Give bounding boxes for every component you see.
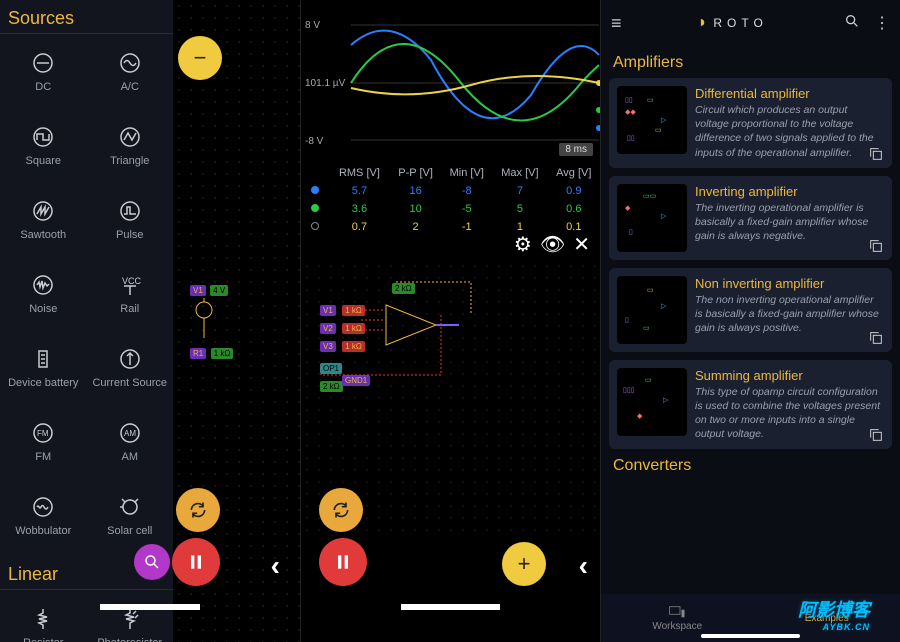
- search-fab[interactable]: [134, 544, 170, 580]
- pause-icon: [333, 552, 353, 572]
- copy-icon[interactable]: [868, 146, 884, 162]
- magnifier-icon: [143, 553, 161, 571]
- topbar: ≡ ◗ ROTO ⋮: [601, 0, 900, 46]
- more-icon[interactable]: ⋮: [874, 13, 890, 34]
- comp-noise[interactable]: Noise: [0, 256, 87, 330]
- section-sources-title: Sources: [0, 0, 173, 34]
- card-thumb: ▭▷ ▯▭: [617, 276, 687, 344]
- category-converters-title: Converters: [601, 449, 900, 481]
- card-noninverting[interactable]: ▭▷ ▯▭ Non inverting amplifier The non in…: [609, 268, 892, 352]
- workspace-icon: [668, 605, 686, 619]
- pause-button-center[interactable]: [319, 538, 367, 586]
- card-thumb: ▭▯▯▯ ▷◆: [617, 368, 687, 436]
- home-indicator-left: [100, 604, 200, 610]
- sources-grid: DC A/C Square Triangle Sawtooth Pulse No…: [0, 34, 173, 552]
- category-amplifiers-title: Amplifiers: [601, 46, 900, 78]
- oscilloscope-chart[interactable]: 8 V 101.1 µV -8 V 8 ms: [301, 0, 601, 160]
- sync-button-left[interactable]: [176, 488, 220, 532]
- tab-examples[interactable]: Examples: [805, 613, 849, 624]
- home-indicator-center: [401, 604, 500, 610]
- table-row: 3.6 10 -5 5 0.6: [301, 200, 600, 218]
- series-dot-blue: [311, 186, 319, 194]
- linear-grid: Resistor Photoresistor NTC Thermistor Po…: [0, 590, 173, 642]
- measurement-table: RMS [V] P-P [V] Min [V] Max [V] Avg [V] …: [301, 164, 600, 236]
- visibility-icon[interactable]: 👁: [540, 232, 565, 257]
- comp-fm[interactable]: FMFM: [0, 404, 87, 478]
- copy-icon[interactable]: [868, 427, 884, 443]
- tab-workspace[interactable]: Workspace: [652, 605, 702, 632]
- svg-text:AM: AM: [124, 429, 136, 438]
- copy-icon[interactable]: [868, 330, 884, 346]
- comp-rail[interactable]: VCCRail: [87, 256, 174, 330]
- series-dot-yellow: [311, 222, 319, 230]
- pause-button-left[interactable]: [172, 538, 220, 586]
- table-row: 5.7 16 -8 7 0.9: [301, 182, 600, 200]
- comp-current-source[interactable]: Current Source: [87, 330, 174, 404]
- comp-sawtooth[interactable]: Sawtooth: [0, 182, 87, 256]
- comp-photoresistor[interactable]: Photoresistor: [87, 590, 174, 642]
- circuit-wires: [301, 260, 491, 390]
- comp-am[interactable]: AMAM: [87, 404, 174, 478]
- chart-plot: [301, 0, 601, 160]
- example-cards: ▯▯▭ ◆◆▷ ▯▯▭ Differential amplifier Circu…: [601, 78, 900, 449]
- add-button[interactable]: +: [502, 542, 546, 586]
- back-button-center[interactable]: ‹: [579, 550, 588, 582]
- card-thumb: ▭▭◆ ▷▯: [617, 184, 687, 252]
- comp-pulse[interactable]: Pulse: [87, 182, 174, 256]
- comp-square[interactable]: Square: [0, 108, 87, 182]
- comp-solar-cell[interactable]: Solar cell: [87, 478, 174, 552]
- svg-text:VCC: VCC: [122, 276, 142, 286]
- copy-icon[interactable]: [868, 238, 884, 254]
- comp-triangle[interactable]: Triangle: [87, 108, 174, 182]
- sync-icon: [331, 500, 351, 520]
- card-thumb: ▯▯▭ ◆◆▷ ▯▯▭: [617, 86, 687, 154]
- left-circuit[interactable]: V1 4 V R1 1 kΩ: [190, 280, 280, 350]
- comp-dc[interactable]: DC: [0, 34, 87, 108]
- pause-icon: [186, 552, 206, 572]
- close-icon[interactable]: ✕: [573, 232, 590, 257]
- app-logo: ◗ ROTO: [698, 14, 768, 32]
- logo-mark-icon: ◗: [698, 14, 708, 32]
- sync-button-center[interactable]: [319, 488, 363, 532]
- comp-resistor[interactable]: Resistor: [0, 590, 87, 642]
- card-summing[interactable]: ▭▯▯▯ ▷◆ Summing amplifier This type of o…: [609, 360, 892, 450]
- search-icon[interactable]: [844, 13, 860, 34]
- sync-icon: [188, 500, 208, 520]
- series-dot-green: [311, 204, 319, 212]
- minus-button[interactable]: −: [178, 36, 222, 80]
- comp-device-battery[interactable]: Device battery: [0, 330, 87, 404]
- card-differential[interactable]: ▯▯▭ ◆◆▷ ▯▯▭ Differential amplifier Circu…: [609, 78, 892, 168]
- settings-icon[interactable]: ⚙: [514, 232, 532, 257]
- back-button-left[interactable]: ‹: [271, 550, 280, 582]
- card-inverting[interactable]: ▭▭◆ ▷▯ Inverting amplifier The inverting…: [609, 176, 892, 260]
- home-indicator-right: [701, 634, 800, 638]
- menu-icon[interactable]: ≡: [611, 13, 622, 34]
- comp-wobbulator[interactable]: Wobbulator: [0, 478, 87, 552]
- svg-text:FM: FM: [37, 429, 49, 438]
- comp-ac[interactable]: A/C: [87, 34, 174, 108]
- time-scale-badge[interactable]: 8 ms: [559, 143, 593, 156]
